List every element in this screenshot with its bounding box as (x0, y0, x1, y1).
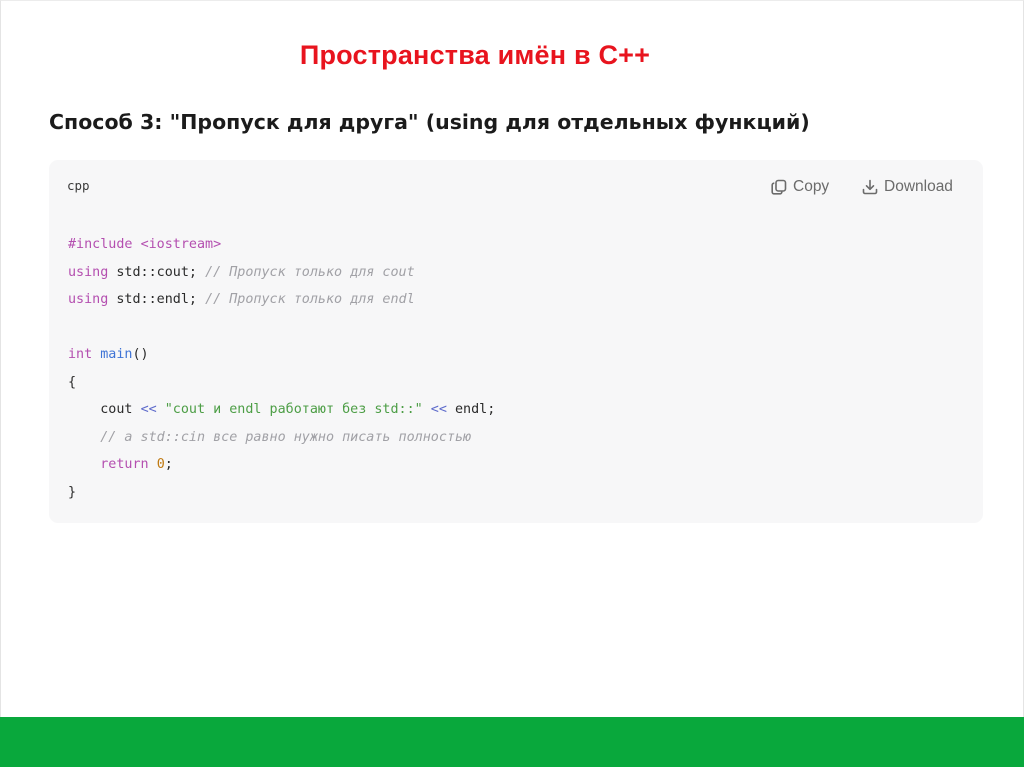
code-line: int main() (68, 341, 495, 369)
code-token: std::endl; (108, 292, 206, 307)
code-token: main (100, 347, 133, 362)
code-line: cout << "cout и endl работают без std::"… (68, 396, 495, 424)
code-token: ; (164, 457, 173, 472)
slide-title: Пространства имён в C++ (299, 40, 651, 70)
code-token: } (68, 484, 77, 500)
code-content[interactable]: #include <iostream> using std::cout; // П… (68, 231, 495, 506)
code-token: std::cout; (108, 264, 206, 280)
code-token: endl; (446, 402, 496, 417)
code-line: } (68, 479, 495, 507)
code-line: // а std::cin все равно нужно писать пол… (68, 424, 495, 452)
copy-button-label: Copy (793, 178, 830, 195)
code-token: #include (68, 237, 141, 252)
code-token: "cout и endl работают без std::" (164, 402, 423, 417)
code-token: // Пропуск только для endl (205, 292, 415, 307)
code-token: () (132, 347, 149, 362)
code-token: return (100, 457, 149, 472)
code-token: << (430, 402, 447, 417)
code-token: << (140, 402, 157, 417)
section-heading: Способ 3: "Пропуск для друга" (using для… (49, 110, 810, 134)
code-token: using (68, 264, 109, 280)
code-line: ​ (68, 314, 495, 342)
copy-icon (770, 178, 788, 196)
code-line: { (68, 369, 495, 397)
code-line: using std::cout; // Пропуск только для c… (68, 259, 495, 287)
code-line: using std::endl; // Пропуск только для e… (68, 286, 495, 314)
download-icon (861, 178, 879, 196)
code-block-header: cpp Copy Download (49, 160, 983, 212)
footer-bar (0, 717, 1024, 767)
download-button-label: Download (884, 178, 953, 195)
copy-button[interactable]: Copy (770, 176, 829, 198)
code-token: 0 (156, 457, 165, 472)
code-token: using (68, 292, 109, 307)
code-token: cout (68, 402, 141, 417)
code-line: return 0; (68, 451, 495, 479)
code-token: int (68, 347, 93, 362)
code-token: // а std::cin все равно нужно писать пол… (100, 429, 472, 445)
code-language-label: cpp (67, 178, 90, 193)
code-block: cpp Copy Download #include <iostream> usi… (49, 160, 983, 523)
code-token: { (68, 374, 77, 390)
code-line: #include <iostream> (68, 231, 495, 259)
code-token: <iostream> (140, 237, 222, 252)
download-button[interactable]: Download (861, 176, 953, 198)
code-token: // Пропуск только для cout (205, 264, 415, 280)
